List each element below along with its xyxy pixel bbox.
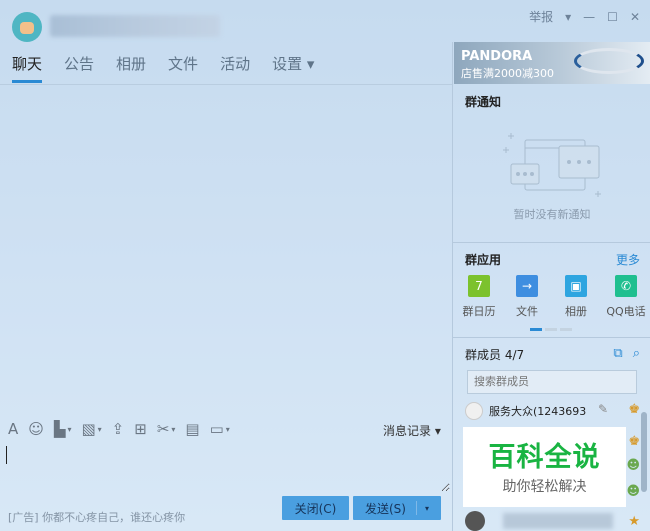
close-icon[interactable]: ✕: [630, 10, 640, 24]
apps-pager[interactable]: [530, 328, 572, 331]
scissors-icon[interactable]: ✂ ▾: [157, 420, 176, 438]
notice-empty-text: 暂时没有新通知: [513, 208, 591, 221]
font-icon[interactable]: A: [8, 420, 18, 438]
watermark: 百科全说 助你轻松解决: [463, 427, 626, 507]
banner-brand: PANDORA: [461, 49, 533, 64]
send-button[interactable]: 发送(S) ▾: [353, 496, 441, 520]
tab-announcement[interactable]: 公告: [64, 53, 94, 83]
app-label: QQ电话: [606, 305, 646, 318]
app-label: 文件: [516, 305, 538, 318]
window-controls: 举报 ▾ — ☐ ✕: [529, 8, 640, 25]
admin-badge-icon: ♚: [628, 434, 640, 449]
avatar: [465, 402, 483, 420]
empty-notice-illustration: [503, 133, 601, 197]
tab-album[interactable]: 相册: [116, 53, 146, 83]
maximize-icon[interactable]: ☐: [607, 10, 618, 24]
member-icon: ☻: [626, 484, 640, 499]
avatar: [465, 511, 485, 531]
menu-dropdown-icon[interactable]: ▾: [565, 10, 571, 24]
tab-bar: 聊天 公告 相册 文件 活动 设置 ▾: [12, 53, 314, 83]
app-calendar[interactable]: 7 群日历: [456, 275, 502, 319]
upload-icon[interactable]: ⇪: [112, 420, 125, 438]
message-area: [0, 84, 452, 412]
close-label: 关闭(C): [294, 501, 337, 516]
phone-icon: ✆: [615, 275, 637, 297]
input-toolbar: A ☺ ▙ ▾ ▧ ▾ ⇪ ⊞ ✂ ▾ ▤ ▭ ▾: [8, 420, 230, 438]
edit-icon[interactable]: ✎: [598, 402, 608, 416]
watermark-title: 百科全说: [488, 442, 601, 473]
divider: [453, 337, 650, 338]
calendar-icon: 7: [468, 275, 490, 297]
ad-link[interactable]: [广告] 你都不心疼自己，谁还心疼你: [8, 509, 185, 525]
member-name: 服务大众(1243693: [489, 405, 587, 418]
star-badge-icon: ★: [628, 514, 640, 529]
right-panel: PANDORA 店售满2000减300 群通知 暂时没有新通知 群应用 更多 7…: [452, 42, 650, 531]
report-button[interactable]: 举报: [529, 8, 553, 25]
tab-files[interactable]: 文件: [168, 53, 198, 83]
member-row[interactable]: 服务大众(1243693: [465, 400, 640, 422]
gif-icon[interactable]: ▙ ▾: [54, 420, 72, 438]
members-title: 群成员 4/7: [465, 348, 525, 362]
app-album[interactable]: ▣ 相册: [553, 275, 599, 319]
member-search-input[interactable]: [467, 370, 637, 394]
send-options-chevron-icon[interactable]: ▾: [425, 504, 429, 513]
owner-badge-icon: ♚: [628, 402, 640, 417]
watermark-subtitle: 助你轻松解决: [502, 479, 587, 495]
archive-icon[interactable]: ▤: [185, 420, 199, 438]
member-name-redacted: [503, 513, 613, 529]
app-files[interactable]: → 文件: [504, 275, 550, 319]
apps-more-link[interactable]: 更多: [616, 251, 640, 268]
send-label: 发送(S): [365, 501, 406, 516]
member-manage-icon[interactable]: ⧉: [613, 346, 622, 361]
minimize-icon[interactable]: —: [583, 10, 595, 24]
message-input[interactable]: [4, 442, 450, 492]
apps-title: 群应用: [465, 253, 502, 267]
notice-title: 群通知: [465, 95, 502, 109]
group-name-redacted: [50, 15, 220, 37]
picture-icon: ▣: [565, 275, 587, 297]
ad-banner[interactable]: PANDORA 店售满2000减300: [454, 42, 650, 84]
message-history-button[interactable]: 消息记录 ▾: [383, 422, 441, 439]
folder-icon: →: [516, 275, 538, 297]
app-label: 相册: [565, 305, 587, 318]
tab-chat[interactable]: 聊天: [12, 53, 43, 83]
banner-promo: 店售满2000减300: [461, 67, 554, 80]
member-list-scrollbar[interactable]: [641, 412, 647, 492]
tab-settings[interactable]: 设置 ▾: [272, 53, 314, 83]
app-label: 群日历: [462, 305, 496, 318]
emoji-icon[interactable]: ☺: [28, 420, 44, 438]
image-icon[interactable]: ▧ ▾: [81, 420, 101, 438]
close-button[interactable]: 关闭(C): [282, 496, 349, 520]
divider: [453, 242, 650, 243]
bracelet-image: [574, 48, 644, 74]
member-icon: ☻: [626, 458, 640, 473]
text-cursor: [6, 446, 7, 464]
screen-share-icon[interactable]: ▭ ▾: [210, 420, 230, 438]
group-avatar[interactable]: [12, 12, 42, 42]
search-icon[interactable]: ⌕: [633, 346, 640, 361]
app-qq-call[interactable]: ✆ QQ电话: [603, 275, 649, 319]
tab-activity[interactable]: 活动: [220, 53, 250, 83]
gift-icon[interactable]: ⊞: [134, 420, 147, 438]
